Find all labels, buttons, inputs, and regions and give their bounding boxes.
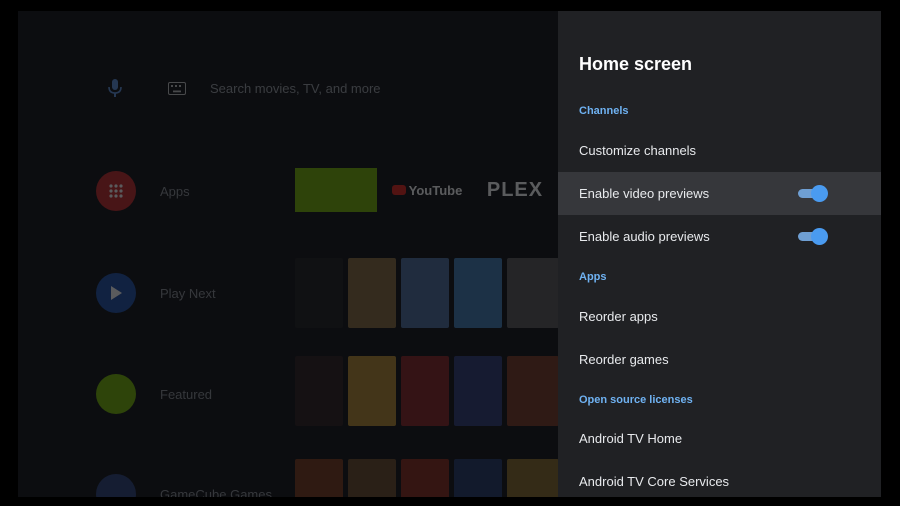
row-label-apps: Apps [160, 184, 190, 199]
youtube-logo-icon [391, 185, 406, 195]
section-channels: Channels [579, 105, 629, 117]
featured-tile[interactable] [401, 356, 449, 426]
item-label: Android TV Home [579, 431, 683, 446]
featured-tile[interactable] [295, 356, 343, 426]
section-open-source-licenses: Open source licenses [579, 394, 693, 406]
item-label: Enable video previews [579, 186, 710, 201]
search-placeholder: Search movies, TV, and more [210, 80, 381, 96]
item-label: Reorder apps [579, 309, 658, 324]
gamecube-tile[interactable] [295, 459, 343, 497]
toggle-thumb [811, 228, 828, 245]
reorder-games-item[interactable]: Reorder games [558, 338, 881, 381]
gamecube-row-icon [96, 474, 136, 497]
reorder-apps-item[interactable]: Reorder apps [558, 295, 881, 338]
row-label-play-next: Play Next [160, 286, 216, 301]
enable-audio-previews-item[interactable]: Enable audio previews [558, 215, 881, 258]
gamecube-tile[interactable] [348, 459, 396, 497]
enable-video-previews-item[interactable]: Enable video previews [558, 172, 881, 215]
play-next-tile[interactable] [454, 258, 502, 328]
gamecube-tile[interactable] [507, 459, 559, 497]
gamecube-tile[interactable] [454, 459, 502, 497]
keyboard-icon[interactable] [160, 71, 194, 105]
video-previews-toggle[interactable] [796, 185, 828, 202]
gamecube-tile[interactable] [401, 459, 449, 497]
search-bar[interactable]: Search movies, TV, and more [98, 71, 381, 105]
android-tv-core-services-item[interactable]: Android TV Core Services [558, 460, 881, 497]
row-label-featured: Featured [160, 387, 213, 402]
nvidia-app-tile[interactable] [295, 168, 377, 212]
plex-app-tile[interactable]: PLEX [474, 168, 556, 212]
featured-tile[interactable] [348, 356, 396, 426]
android-tv-home-item[interactable]: Android TV Home [558, 417, 881, 460]
featured-tile[interactable] [507, 356, 559, 426]
play-next-tile[interactable] [507, 258, 559, 328]
audio-previews-toggle[interactable] [796, 228, 828, 245]
youtube-app-tile[interactable]: YouTube [386, 168, 468, 212]
play-next-tile[interactable] [348, 258, 396, 328]
home-screen-settings-panel: Home screen Channels Customize channels … [558, 11, 881, 497]
play-next-tile[interactable] [401, 258, 449, 328]
youtube-label: YouTube [408, 182, 463, 198]
toggle-thumb [811, 185, 828, 202]
apps-row-icon [96, 171, 136, 211]
item-label: Enable audio previews [579, 229, 710, 244]
microphone-icon[interactable] [98, 71, 132, 105]
item-label: Customize channels [579, 143, 697, 158]
row-label-gamecube: GameCube Games [160, 487, 272, 497]
customize-channels-item[interactable]: Customize channels [558, 129, 881, 172]
play-next-tile[interactable] [295, 258, 343, 328]
featured-row-icon [96, 374, 136, 414]
item-label: Android TV Core Services [579, 474, 730, 489]
plex-label: PLEX [486, 178, 544, 201]
item-label: Reorder games [579, 352, 669, 367]
featured-tile[interactable] [454, 356, 502, 426]
section-apps: Apps [579, 271, 607, 283]
play-next-row-icon [96, 273, 136, 313]
panel-title: Home screen [579, 54, 693, 74]
